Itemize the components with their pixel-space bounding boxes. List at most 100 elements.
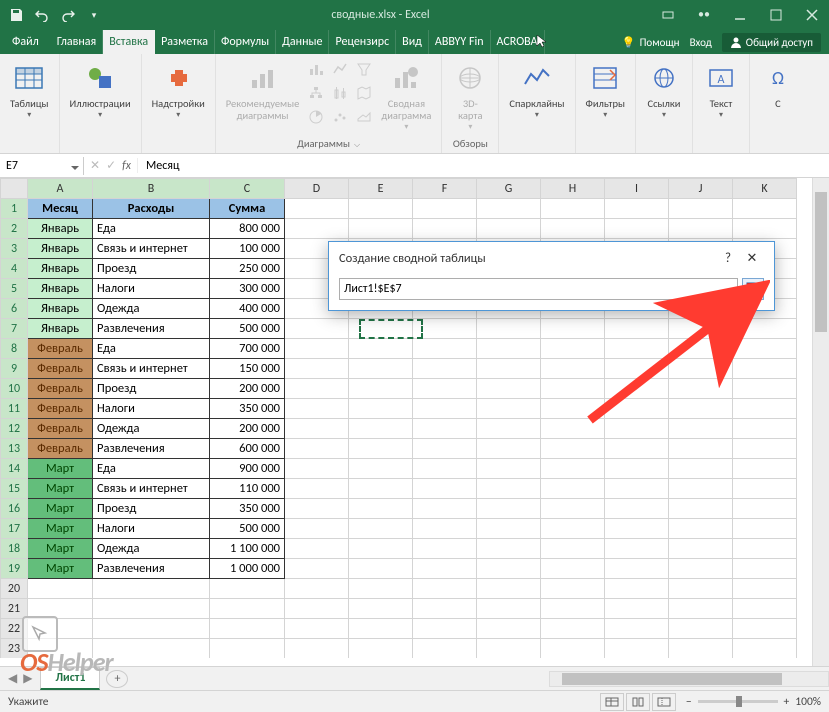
cell-empty[interactable] [349, 439, 413, 459]
cell-empty[interactable] [669, 199, 733, 219]
row-header-16[interactable]: 16 [1, 499, 28, 519]
cell-empty[interactable] [285, 559, 349, 579]
row-header-1[interactable]: 1 [1, 199, 28, 219]
cell-month[interactable]: Март [28, 479, 93, 499]
cell-empty[interactable] [285, 379, 349, 399]
row-header-17[interactable]: 17 [1, 519, 28, 539]
cell-empty[interactable] [413, 559, 477, 579]
cell-empty[interactable] [541, 639, 605, 659]
cell-empty[interactable] [349, 419, 413, 439]
illustrations-button[interactable]: Иллюстрации▾ [66, 58, 135, 122]
normal-view-button[interactable] [600, 693, 624, 711]
cell-empty[interactable] [413, 339, 477, 359]
cell-empty[interactable] [669, 459, 733, 479]
row-header-4[interactable]: 4 [1, 259, 28, 279]
cell-empty[interactable] [669, 219, 733, 239]
cell-empty[interactable] [413, 479, 477, 499]
cell-empty[interactable] [605, 319, 669, 339]
select-all-corner[interactable] [1, 179, 28, 199]
cell-month[interactable]: Январь [28, 219, 93, 239]
cell-empty[interactable] [477, 379, 541, 399]
cell-empty[interactable] [605, 499, 669, 519]
cell-empty[interactable] [285, 199, 349, 219]
cell-empty[interactable] [477, 439, 541, 459]
range-input[interactable] [339, 278, 738, 300]
chart-types-grid[interactable] [305, 58, 375, 134]
cell-sum[interactable]: 500 000 [210, 319, 285, 339]
cell-empty[interactable] [605, 599, 669, 619]
row-header-5[interactable]: 5 [1, 279, 28, 299]
cell-empty[interactable] [349, 479, 413, 499]
cell-empty[interactable] [541, 539, 605, 559]
cell-expense[interactable]: Развлечения [93, 439, 210, 459]
col-header-G[interactable]: G [477, 179, 541, 199]
cell-empty[interactable] [349, 399, 413, 419]
cell-sum[interactable]: 500 000 [210, 519, 285, 539]
cell-month[interactable]: Март [28, 459, 93, 479]
cell-empty[interactable] [285, 419, 349, 439]
cell-empty[interactable] [541, 419, 605, 439]
cell-expense[interactable]: Связь и интернет [93, 359, 210, 379]
cell-empty[interactable] [349, 579, 413, 599]
cell-month[interactable]: Март [28, 499, 93, 519]
cell-empty[interactable] [541, 379, 605, 399]
cell-empty[interactable] [93, 579, 210, 599]
cell-month[interactable]: Февраль [28, 359, 93, 379]
cell-empty[interactable] [541, 499, 605, 519]
cell-empty[interactable] [413, 379, 477, 399]
symbols-button[interactable]: Ω С [756, 58, 800, 112]
cell-empty[interactable] [605, 479, 669, 499]
cell-empty[interactable] [349, 199, 413, 219]
cell-sum[interactable]: 1 000 000 [210, 559, 285, 579]
cell-empty[interactable] [477, 459, 541, 479]
cell-sum[interactable]: 700 000 [210, 339, 285, 359]
login-button[interactable]: Вход [690, 36, 712, 49]
cell-empty[interactable] [669, 619, 733, 639]
zoom-slider[interactable] [698, 700, 778, 703]
cell-empty[interactable] [210, 579, 285, 599]
cell-month[interactable]: Март [28, 559, 93, 579]
cell-empty[interactable] [285, 539, 349, 559]
row-header-15[interactable]: 15 [1, 479, 28, 499]
cell-sum[interactable]: 350 000 [210, 399, 285, 419]
row-header-10[interactable]: 10 [1, 379, 28, 399]
row-header-19[interactable]: 19 [1, 559, 28, 579]
sparklines-button[interactable]: Спарклайны▾ [505, 58, 568, 122]
cell-empty[interactable] [669, 479, 733, 499]
horizontal-scrollbar[interactable] [549, 671, 829, 687]
col-header-H[interactable]: H [541, 179, 605, 199]
cell-expense[interactable]: Налоги [93, 399, 210, 419]
cell-empty[interactable] [349, 499, 413, 519]
cell-empty[interactable] [413, 319, 477, 339]
cell-empty[interactable] [477, 319, 541, 339]
cell-empty[interactable] [477, 479, 541, 499]
cell-empty[interactable] [669, 519, 733, 539]
cell-expense[interactable]: Проезд [93, 499, 210, 519]
cell-expense[interactable]: Связь и интернет [93, 479, 210, 499]
cell-header-c[interactable]: Сумма [210, 199, 285, 219]
cell-empty[interactable] [477, 559, 541, 579]
funnel-chart-icon[interactable] [353, 58, 375, 80]
save-icon[interactable] [6, 5, 26, 25]
cell-empty[interactable] [669, 359, 733, 379]
cell-expense[interactable]: Проезд [93, 379, 210, 399]
cell-empty[interactable] [285, 619, 349, 639]
cell-empty[interactable] [413, 639, 477, 659]
cell-empty[interactable] [541, 579, 605, 599]
cell-empty[interactable] [413, 579, 477, 599]
cell-empty[interactable] [605, 219, 669, 239]
cell-month[interactable]: Март [28, 539, 93, 559]
cell-empty[interactable] [477, 399, 541, 419]
cell-expense[interactable]: Одежда [93, 299, 210, 319]
line-chart-icon[interactable] [329, 58, 351, 80]
cell-empty[interactable] [605, 639, 669, 659]
cell-expense[interactable]: Развлечения [93, 319, 210, 339]
cell-empty[interactable] [541, 219, 605, 239]
cell-empty[interactable] [477, 199, 541, 219]
cell-empty[interactable] [733, 479, 797, 499]
column-chart-icon[interactable] [305, 58, 327, 80]
cell-empty[interactable] [733, 359, 797, 379]
cell-expense[interactable]: Одежда [93, 539, 210, 559]
cell-empty[interactable] [733, 639, 797, 659]
cell-empty[interactable] [210, 599, 285, 619]
